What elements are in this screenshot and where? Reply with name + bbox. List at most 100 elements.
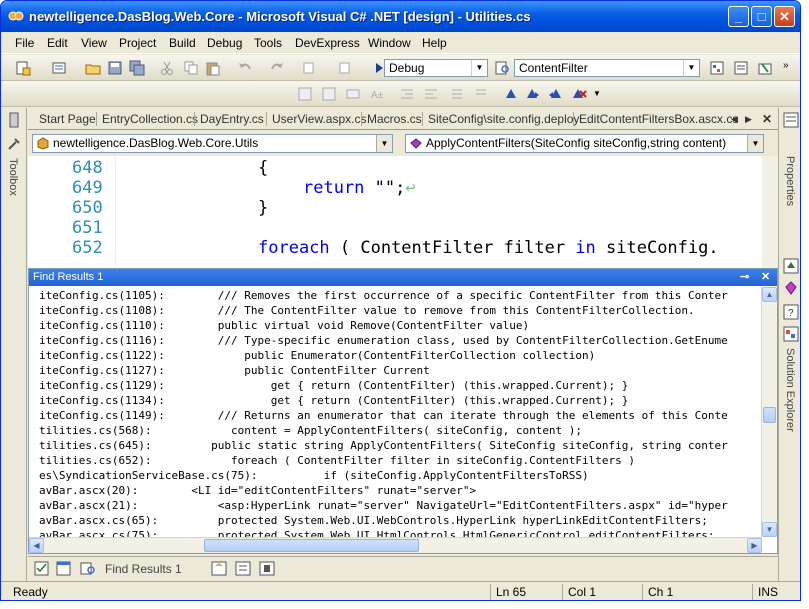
save-icon[interactable] bbox=[107, 60, 123, 76]
navigate-forward-icon[interactable] bbox=[337, 60, 353, 76]
code-editor[interactable]: 648 649 650 651 652 { return "";↩ } fore… bbox=[28, 156, 778, 268]
scroll-thumb[interactable] bbox=[204, 539, 419, 552]
menu-debug[interactable]: Debug bbox=[207, 36, 242, 50]
scroll-tabs-left-icon[interactable]: ◀ bbox=[731, 114, 738, 125]
solution-explorer-tab[interactable]: Solution Explorer bbox=[784, 348, 796, 432]
previous-bookmark-icon[interactable] bbox=[547, 86, 563, 102]
member-combo[interactable]: ApplyContentFilters(SiteConfig siteConfi… bbox=[405, 134, 764, 153]
output-icon[interactable] bbox=[56, 561, 71, 576]
find-result-line[interactable]: tilities.cs(645): public static string A… bbox=[39, 439, 728, 452]
toolbox-icon[interactable] bbox=[6, 136, 22, 152]
object-browser-icon[interactable] bbox=[297, 86, 313, 102]
pin-icon[interactable]: ⊸ bbox=[740, 270, 749, 283]
find-in-files-icon[interactable] bbox=[495, 60, 511, 76]
toolbox-tab[interactable]: Toolbox bbox=[7, 158, 19, 196]
find-result-line[interactable]: avBar.ascx(21): <asp:HyperLink runat="se… bbox=[39, 499, 728, 512]
add-item-icon[interactable] bbox=[51, 60, 67, 76]
maximize-button[interactable]: □ bbox=[751, 6, 772, 27]
minimize-button[interactable]: _ bbox=[728, 6, 749, 27]
menu-tools[interactable]: Tools bbox=[254, 36, 282, 50]
find-result-line[interactable]: iteConfig.cs(1116): /// Type-specific en… bbox=[39, 334, 728, 347]
find-result-line[interactable]: iteConfig.cs(1110): public virtual void … bbox=[39, 319, 529, 332]
find-results-icon[interactable] bbox=[80, 561, 96, 576]
menu-help[interactable]: Help bbox=[422, 36, 447, 50]
navigate-back-icon[interactable] bbox=[301, 60, 317, 76]
close-panel-icon[interactable]: ✕ bbox=[761, 270, 770, 283]
help-index-icon[interactable]: ? bbox=[783, 304, 799, 320]
menu-devexpress[interactable]: DevExpress bbox=[295, 36, 360, 50]
solution-explorer-tab-icon[interactable] bbox=[783, 326, 799, 342]
find-results-list[interactable]: iteConfig.cs(1105): /// Removes the firs… bbox=[29, 287, 762, 537]
tab-find-results[interactable]: Find Results 1 bbox=[105, 562, 182, 576]
find-result-line[interactable]: iteConfig.cs(1108): /// The ContentFilte… bbox=[39, 304, 695, 317]
open-folder-icon[interactable] bbox=[85, 60, 101, 76]
menu-project[interactable]: Project bbox=[119, 36, 156, 50]
command-window-icon[interactable] bbox=[235, 561, 251, 576]
tab-macros[interactable]: Macros.cs bbox=[367, 112, 422, 126]
outdent-icon[interactable] bbox=[399, 86, 415, 102]
results-horizontal-scrollbar[interactable]: ◀ ▶ bbox=[29, 537, 762, 553]
quick-info-icon[interactable] bbox=[345, 86, 361, 102]
breakpoints-icon[interactable] bbox=[259, 561, 275, 576]
find-result-line[interactable]: tilities.cs(652): foreach ( ContentFilte… bbox=[39, 454, 635, 467]
menu-file[interactable]: File bbox=[15, 36, 34, 50]
find-symbol-results-icon[interactable] bbox=[211, 561, 227, 576]
properties-tab[interactable]: Properties bbox=[784, 156, 796, 206]
find-result-line[interactable]: iteConfig.cs(1129): get { return (Conten… bbox=[39, 379, 628, 392]
scroll-thumb[interactable] bbox=[763, 407, 776, 423]
tab-start-page[interactable]: Start Page bbox=[39, 112, 96, 126]
indent-icon[interactable] bbox=[423, 86, 439, 102]
results-vertical-scrollbar[interactable]: ▲ ▼ bbox=[761, 287, 777, 537]
find-result-line[interactable]: iteConfig.cs(1149): /// Returns an enume… bbox=[39, 409, 728, 422]
find-result-line[interactable]: iteConfig.cs(1134): get { return (Conten… bbox=[39, 394, 628, 407]
class-view-icon[interactable] bbox=[321, 86, 337, 102]
find-result-line[interactable]: tilities.cs(568): content = ApplyContent… bbox=[39, 424, 582, 437]
find-result-line[interactable]: avBar.ascx.cs(75): protected System.Web.… bbox=[39, 529, 715, 537]
find-result-line[interactable]: es\SyndicationServiceBase.cs(75): if (si… bbox=[39, 469, 589, 482]
save-all-icon[interactable] bbox=[129, 60, 145, 76]
server-explorer-icon[interactable] bbox=[6, 112, 22, 128]
solution-explorer-icon[interactable] bbox=[709, 60, 725, 76]
resource-view-icon[interactable] bbox=[783, 280, 799, 296]
editor-scrollbar[interactable] bbox=[762, 156, 778, 268]
class-view-tab-icon[interactable] bbox=[783, 258, 799, 274]
redo-icon[interactable] bbox=[269, 60, 285, 76]
menu-edit[interactable]: Edit bbox=[47, 36, 68, 50]
uncomment-lines-icon[interactable] bbox=[473, 86, 489, 102]
scroll-left-icon[interactable]: ◀ bbox=[29, 538, 44, 553]
scroll-tabs-right-icon[interactable]: ▶ bbox=[745, 114, 752, 125]
toggle-bookmark-icon[interactable] bbox=[503, 86, 519, 102]
tab-dayentry[interactable]: DayEntry.cs bbox=[200, 112, 264, 126]
find-result-line[interactable]: iteConfig.cs(1105): /// Removes the firs… bbox=[39, 289, 728, 302]
solution-config-combo[interactable]: Debug ▼ bbox=[384, 59, 488, 77]
close-button[interactable]: ✕ bbox=[774, 6, 795, 27]
scroll-up-icon[interactable]: ▲ bbox=[762, 287, 777, 302]
toolbar-options-icon[interactable]: ▼ bbox=[593, 89, 601, 98]
toolbar-overflow-icon[interactable]: » bbox=[783, 60, 789, 71]
undo-icon[interactable] bbox=[237, 60, 253, 76]
new-project-icon[interactable] bbox=[15, 60, 31, 76]
menu-build[interactable]: Build bbox=[169, 36, 196, 50]
toolbox-window-icon[interactable] bbox=[757, 60, 773, 76]
cut-icon[interactable] bbox=[159, 60, 175, 76]
find-combo[interactable]: ContentFilter ▼ bbox=[514, 59, 700, 77]
scroll-down-icon[interactable]: ▼ bbox=[762, 522, 777, 537]
copy-icon[interactable] bbox=[183, 60, 199, 76]
word-complete-icon[interactable]: A± bbox=[369, 86, 385, 102]
comment-lines-icon[interactable] bbox=[449, 86, 465, 102]
properties-window-icon[interactable] bbox=[733, 60, 749, 76]
scroll-right-icon[interactable]: ▶ bbox=[747, 538, 762, 553]
paste-icon[interactable] bbox=[205, 60, 221, 76]
tab-entrycollection[interactable]: EntryCollection.cs bbox=[102, 112, 198, 126]
tab-editcontentfiltersbox[interactable]: EditContentFiltersBox.ascx.cs bbox=[579, 112, 738, 126]
menu-window[interactable]: Window bbox=[368, 36, 411, 50]
clear-bookmarks-icon[interactable] bbox=[571, 86, 587, 102]
find-result-line[interactable]: iteConfig.cs(1127): public ContentFilter… bbox=[39, 364, 430, 377]
task-list-icon[interactable] bbox=[34, 561, 49, 576]
menu-view[interactable]: View bbox=[81, 36, 107, 50]
close-document-button[interactable]: ✕ bbox=[762, 112, 772, 126]
tab-userview[interactable]: UserView.aspx.cs bbox=[272, 112, 366, 126]
find-result-line[interactable]: iteConfig.cs(1122): public Enumerator(Co… bbox=[39, 349, 595, 362]
tab-site-config-deploy[interactable]: SiteConfig\site.config.deploy bbox=[428, 112, 579, 126]
type-combo[interactable]: newtelligence.DasBlog.Web.Core.Utils ▼ bbox=[32, 134, 393, 153]
